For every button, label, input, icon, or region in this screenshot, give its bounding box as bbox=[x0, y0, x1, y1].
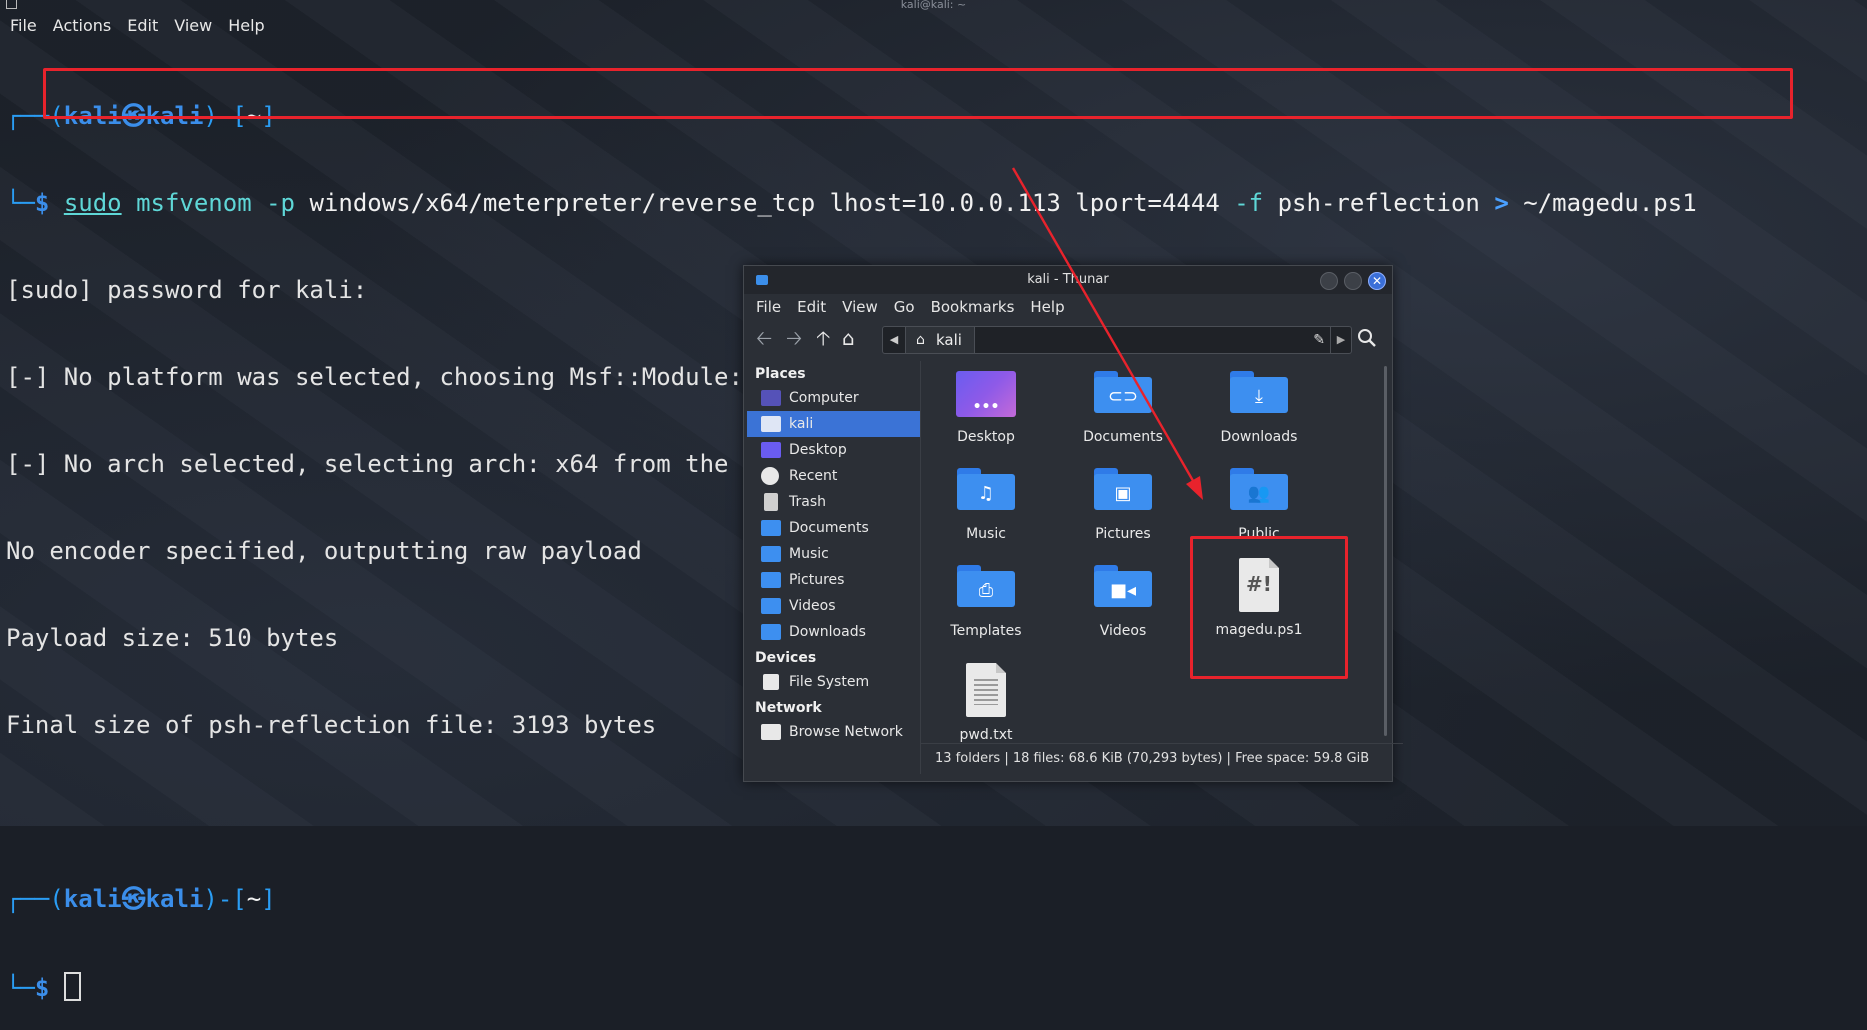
sidebar-item-desktop[interactable]: Desktop bbox=[747, 437, 920, 463]
templates-folder-icon: ⎙ bbox=[957, 565, 1015, 607]
vertical-scrollbar[interactable] bbox=[1384, 366, 1387, 736]
command-line: └─$ sudo msfvenom -p windows/x64/meterpr… bbox=[6, 189, 1697, 217]
trash-icon bbox=[764, 493, 778, 511]
sidebar-item-computer[interactable]: Computer bbox=[747, 385, 920, 411]
network-header: Network bbox=[755, 700, 822, 716]
file-item-videos[interactable]: ■◂ Videos bbox=[1063, 565, 1183, 639]
prompt-line-2: ┌──(kali㉿kali)-[~] bbox=[6, 885, 276, 913]
downloads-folder-icon bbox=[761, 624, 781, 640]
sidebar-item-browse-network[interactable]: Browse Network bbox=[747, 719, 920, 745]
thunar-menubar: File Edit View Go Bookmarks Help bbox=[744, 294, 1392, 320]
maximize-button[interactable] bbox=[1344, 272, 1362, 290]
file-item-music[interactable]: ♫ Music bbox=[926, 468, 1046, 542]
back-arrow-icon[interactable]: 🡠 bbox=[756, 328, 772, 348]
home-icon: ⌂ bbox=[916, 332, 925, 348]
location-bar[interactable]: ◀ ⌂ kali ✎ ▶ bbox=[882, 326, 1352, 354]
music-folder-icon: ♫ bbox=[957, 468, 1015, 510]
thunar-menu-view[interactable]: View bbox=[842, 294, 878, 320]
thunar-menu-help[interactable]: Help bbox=[1030, 294, 1064, 320]
file-highlight-box bbox=[1190, 536, 1348, 679]
location-home-button[interactable]: ⌂ kali bbox=[906, 327, 975, 353]
computer-icon bbox=[761, 390, 781, 406]
file-item-pictures[interactable]: ▣ Pictures bbox=[1063, 468, 1183, 542]
videos-folder-icon bbox=[761, 598, 781, 614]
forward-arrow-icon[interactable]: 🡢 bbox=[786, 328, 802, 348]
terminal-window-title: kali@kali: ~ bbox=[0, 0, 1867, 10]
documents-folder-icon bbox=[761, 520, 781, 536]
chevron-right-icon[interactable]: ▶ bbox=[1330, 327, 1351, 353]
terminal-menu-help[interactable]: Help bbox=[228, 16, 264, 35]
sidebar-item-videos[interactable]: Videos bbox=[747, 593, 920, 619]
sidebar-item-pictures[interactable]: Pictures bbox=[747, 567, 920, 593]
pictures-folder-icon bbox=[761, 572, 781, 588]
text-file-icon bbox=[966, 663, 1006, 717]
thunar-menu-edit[interactable]: Edit bbox=[797, 294, 826, 320]
terminal-menu-edit[interactable]: Edit bbox=[127, 16, 158, 35]
videos-folder-icon: ■◂ bbox=[1094, 565, 1152, 607]
music-folder-icon bbox=[761, 546, 781, 562]
close-button[interactable]: ✕ bbox=[1368, 272, 1386, 290]
terminal-menu-view[interactable]: View bbox=[174, 16, 212, 35]
drive-icon bbox=[763, 674, 779, 690]
terminal-cursor bbox=[63, 972, 81, 1001]
pictures-folder-icon: ▣ bbox=[1094, 468, 1152, 510]
documents-folder-icon: ⊂⊃ bbox=[1094, 371, 1152, 413]
minimize-button[interactable] bbox=[1320, 272, 1338, 290]
home-folder-icon bbox=[761, 416, 781, 432]
up-arrow-icon[interactable]: 🡡 bbox=[816, 328, 830, 348]
clock-icon bbox=[761, 467, 779, 485]
folder-app-icon bbox=[756, 275, 768, 285]
sidebar-item-file-system[interactable]: File System bbox=[747, 669, 920, 695]
status-bar: 13 folders | 18 files: 68.6 KiB (70,293 … bbox=[921, 743, 1403, 772]
thunar-menu-bookmarks[interactable]: Bookmarks bbox=[931, 294, 1015, 320]
places-header: Places bbox=[755, 366, 806, 382]
devices-header: Devices bbox=[755, 650, 817, 666]
sidebar-item-music[interactable]: Music bbox=[747, 541, 920, 567]
thunar-window: kali - Thunar ✕ File Edit View Go Bookma… bbox=[743, 265, 1403, 782]
terminal-app-icon bbox=[6, 0, 17, 9]
file-item-public[interactable]: 👥 Public bbox=[1199, 468, 1319, 542]
desktop-icon: ••• bbox=[956, 371, 1016, 417]
file-item-templates[interactable]: ⎙ Templates bbox=[926, 565, 1046, 639]
file-item-downloads[interactable]: ⤓ Downloads bbox=[1199, 371, 1319, 445]
thunar-titlebar[interactable]: kali - Thunar ✕ bbox=[744, 266, 1392, 294]
file-item-documents[interactable]: ⊂⊃ Documents bbox=[1063, 371, 1183, 445]
input-line[interactable]: └─$ bbox=[6, 972, 1697, 1002]
terminal-menubar: File Actions Edit View Help bbox=[10, 16, 265, 35]
pencil-icon[interactable]: ✎ bbox=[1313, 332, 1325, 348]
terminal-menu-file[interactable]: File bbox=[10, 16, 37, 35]
sidebar-item-documents[interactable]: Documents bbox=[747, 515, 920, 541]
file-item-desktop[interactable]: ••• Desktop bbox=[926, 371, 1046, 445]
desktop-icon bbox=[761, 442, 781, 458]
public-folder-icon: 👥 bbox=[1230, 468, 1288, 510]
search-icon[interactable] bbox=[1356, 327, 1378, 349]
file-item-pwd-txt[interactable]: pwd.txt bbox=[926, 663, 1046, 743]
command-highlight-box bbox=[43, 68, 1793, 119]
home-icon[interactable]: ⌂ bbox=[842, 328, 855, 348]
sidebar-item-downloads[interactable]: Downloads bbox=[747, 619, 920, 645]
thunar-menu-file[interactable]: File bbox=[756, 294, 781, 320]
terminal-menu-actions[interactable]: Actions bbox=[53, 16, 111, 35]
thunar-sidebar: Places Computer kali Desktop Recent Tras… bbox=[747, 361, 920, 774]
thunar-toolbar: 🡠 🡢 🡡 ⌂ ◀ ⌂ kali ✎ ▶ bbox=[744, 320, 1392, 356]
sidebar-item-trash[interactable]: Trash bbox=[747, 489, 920, 515]
downloads-folder-icon: ⤓ bbox=[1230, 371, 1288, 413]
thunar-menu-go[interactable]: Go bbox=[894, 294, 915, 320]
sidebar-item-kali[interactable]: kali bbox=[747, 411, 920, 437]
chevron-left-icon[interactable]: ◀ bbox=[883, 327, 906, 353]
sidebar-item-recent[interactable]: Recent bbox=[747, 463, 920, 489]
network-icon bbox=[761, 724, 781, 740]
